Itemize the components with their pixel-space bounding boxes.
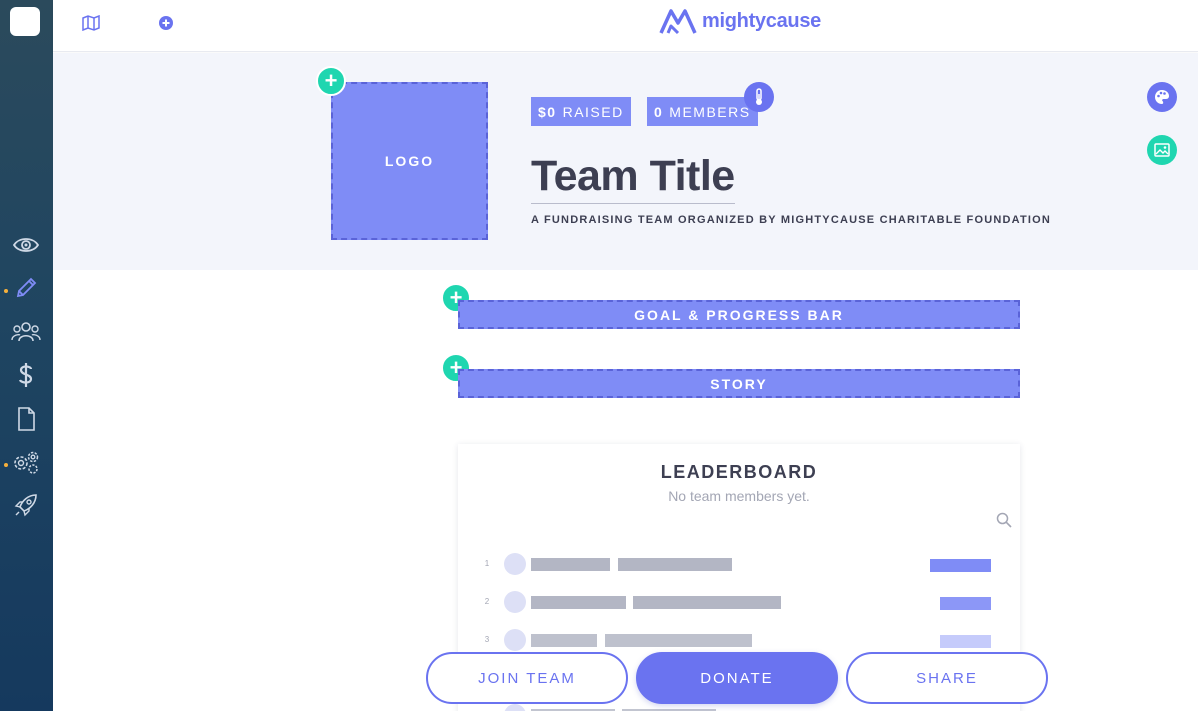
- detail-placeholder: [618, 558, 732, 571]
- team-title[interactable]: Team Title: [531, 151, 735, 204]
- logo-placeholder[interactable]: LOGO: [331, 82, 488, 240]
- share-button[interactable]: SHARE: [846, 652, 1048, 704]
- brand-logo[interactable]: mightycause: [658, 6, 821, 36]
- rank-number: 1: [484, 559, 490, 568]
- sidebar: [0, 0, 53, 711]
- dollar-icon[interactable]: [10, 360, 42, 390]
- raised-label: RAISED: [562, 103, 624, 120]
- leaderboard-row: 2: [458, 591, 1020, 613]
- join-team-button[interactable]: JOIN TEAM: [426, 652, 628, 704]
- rocket-icon[interactable]: [10, 490, 42, 520]
- document-icon[interactable]: [10, 404, 42, 434]
- name-placeholder: [531, 634, 597, 647]
- name-placeholder: [531, 596, 626, 609]
- team-header: LOGO + $0 RAISED 0 MEMBERS Team Title A …: [53, 53, 1198, 270]
- search-icon[interactable]: [996, 512, 1012, 533]
- raised-badge: $0 RAISED: [531, 97, 631, 126]
- plus-circle-icon[interactable]: [156, 13, 176, 33]
- image-icon[interactable]: [1147, 135, 1177, 165]
- users-icon[interactable]: [10, 317, 42, 347]
- leaderboard-row: 3: [458, 629, 1020, 651]
- add-logo-button[interactable]: +: [316, 66, 346, 96]
- rank-number: 2: [484, 597, 490, 606]
- leaderboard-row: 1: [458, 553, 1020, 575]
- avatar: [504, 553, 526, 575]
- palette-icon[interactable]: [1147, 82, 1177, 112]
- rank-number: 3: [484, 635, 490, 644]
- members-badge: 0 MEMBERS: [647, 97, 758, 126]
- detail-placeholder: [605, 634, 752, 647]
- team-subtitle: A FUNDRAISING TEAM ORGANIZED BY MIGHTYCA…: [531, 214, 1052, 226]
- mightycause-mark-icon: [659, 9, 697, 35]
- members-count: 0: [654, 103, 664, 120]
- detail-placeholder: [633, 596, 781, 609]
- pencil-icon[interactable]: [10, 273, 42, 303]
- raised-amount: $0: [538, 103, 557, 120]
- leaderboard-title: LEADERBOARD: [660, 462, 818, 482]
- donate-button[interactable]: DONATE: [636, 652, 838, 704]
- map-icon[interactable]: [81, 13, 101, 33]
- amount-placeholder: [940, 635, 991, 648]
- amount-placeholder: [940, 597, 991, 610]
- top-bar: mightycause: [53, 0, 1198, 52]
- members-label: MEMBERS: [669, 103, 751, 120]
- name-placeholder: [531, 558, 610, 571]
- settings-indicator-dot: [4, 463, 8, 467]
- eye-icon[interactable]: [10, 230, 42, 260]
- amount-placeholder: [930, 559, 991, 572]
- logo-label: LOGO: [384, 153, 435, 169]
- settings-icon[interactable]: [10, 447, 42, 477]
- avatar: [504, 704, 526, 711]
- active-indicator-dot: [4, 289, 8, 293]
- story-placeholder[interactable]: STORY: [458, 369, 1020, 398]
- goal-progress-placeholder[interactable]: GOAL & PROGRESS BAR: [458, 300, 1020, 329]
- story-label: STORY: [710, 375, 768, 392]
- app-logo-square[interactable]: [10, 7, 40, 36]
- goal-progress-label: GOAL & PROGRESS BAR: [634, 306, 844, 323]
- brand-name: mightycause: [702, 9, 821, 32]
- avatar: [504, 591, 526, 613]
- thermometer-icon[interactable]: [744, 82, 774, 112]
- avatar: [504, 629, 526, 651]
- leaderboard-empty-text: No team members yet.: [668, 488, 810, 504]
- leaderboard-row: [458, 704, 1020, 711]
